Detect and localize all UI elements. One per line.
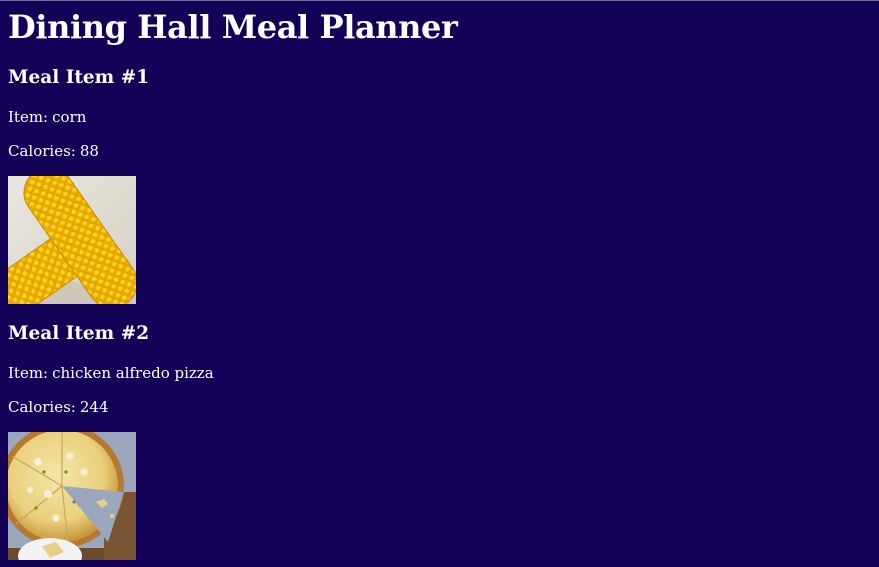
- calories-value: 88: [79, 142, 99, 160]
- corn-photo: [8, 176, 136, 304]
- calories-label: Calories:: [8, 142, 76, 160]
- meal-item-1-heading: Meal Item #1: [8, 67, 150, 88]
- corn-image: [8, 176, 136, 304]
- calories-value: 244: [79, 398, 109, 416]
- meal-item-1-name: Item: corn: [8, 107, 86, 127]
- calories-label: Calories:: [8, 398, 76, 416]
- item-label: Item:: [8, 108, 49, 126]
- item-label: Item:: [8, 364, 49, 382]
- meal-item-2-heading: Meal Item #2: [8, 323, 150, 344]
- pizza-image: [8, 432, 136, 560]
- item-value: chicken alfredo pizza: [52, 364, 214, 382]
- item-value: corn: [52, 108, 87, 126]
- meal-item-2-calories: Calories: 244: [8, 397, 109, 417]
- meal-planner-page: Dining Hall Meal Planner Meal Item #1 It…: [0, 0, 879, 567]
- meal-item-2-name: Item: chicken alfredo pizza: [8, 363, 214, 383]
- page-title: Dining Hall Meal Planner: [8, 8, 458, 46]
- pizza-photo: [8, 432, 136, 560]
- meal-item-1-calories: Calories: 88: [8, 141, 99, 161]
